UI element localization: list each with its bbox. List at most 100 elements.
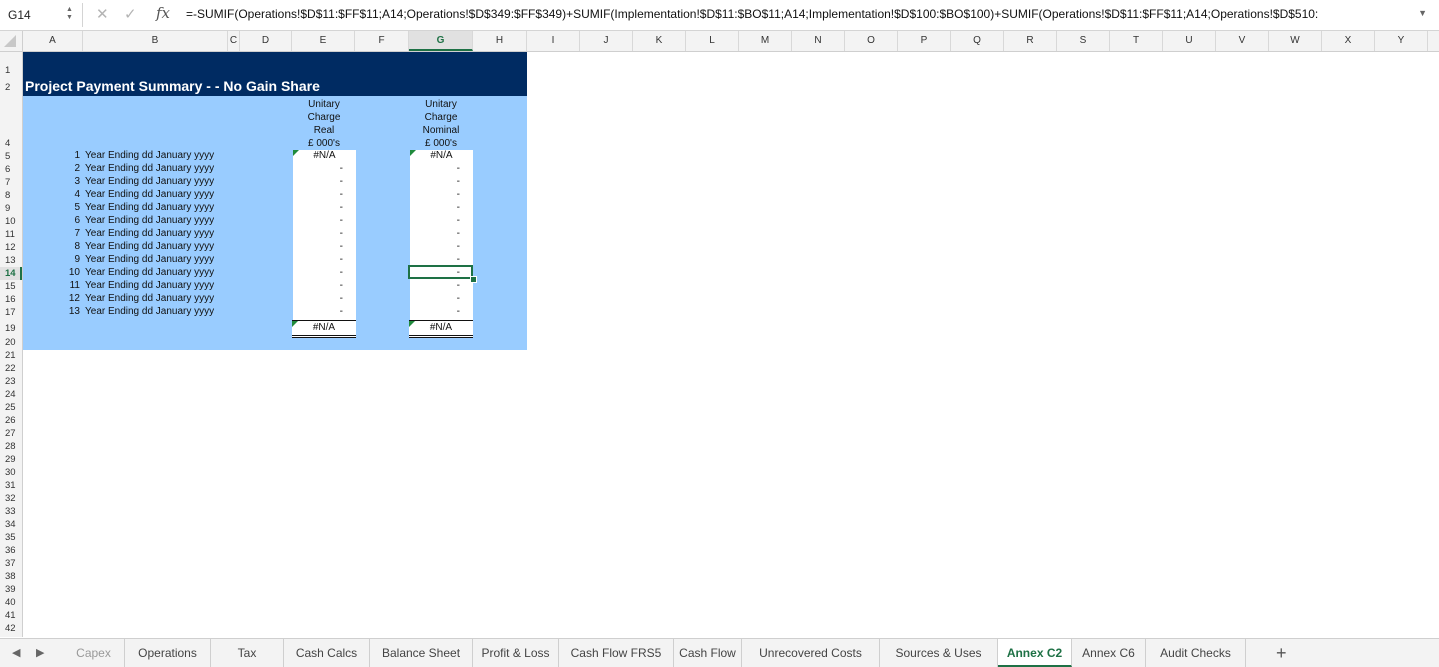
nominal-value-cell[interactable]: - xyxy=(410,254,460,265)
row-header[interactable]: 13 xyxy=(0,254,22,267)
row-header[interactable]: 42 xyxy=(0,622,22,635)
row-header[interactable]: 22 xyxy=(0,362,22,375)
fill-handle[interactable] xyxy=(470,276,477,283)
row-header[interactable]: 10 xyxy=(0,215,22,228)
row-header[interactable]: 11 xyxy=(0,228,22,241)
real-value-cell[interactable]: - xyxy=(293,306,343,317)
cancel-icon[interactable]: ✕ xyxy=(96,5,109,23)
total-real-cell[interactable]: #N/A xyxy=(292,320,356,338)
chevron-down-icon[interactable]: ▼ xyxy=(1418,8,1427,18)
row-header[interactable]: 16 xyxy=(0,293,22,306)
row-header[interactable]: 23 xyxy=(0,375,22,388)
total-nominal-cell[interactable]: #N/A xyxy=(409,320,473,338)
sheet-tab[interactable]: Capex xyxy=(63,639,125,667)
row-header[interactable]: 19 xyxy=(0,322,22,335)
sheet-tab[interactable]: Cash Flow FRS5 xyxy=(559,639,674,667)
row-header[interactable]: 17 xyxy=(0,306,22,319)
nominal-value-cell[interactable]: - xyxy=(410,202,460,213)
row-header[interactable]: 5 xyxy=(0,150,22,163)
row-header[interactable]: 33 xyxy=(0,505,22,518)
real-value-cell[interactable]: - xyxy=(293,267,343,278)
add-sheet-icon[interactable]: + xyxy=(1276,643,1287,664)
row-header[interactable]: 31 xyxy=(0,479,22,492)
column-header[interactable]: X xyxy=(1322,31,1375,51)
row-header[interactable]: 2 xyxy=(0,81,22,94)
function-icon[interactable]: fx xyxy=(156,4,170,22)
sheet-tab[interactable]: Operations xyxy=(125,639,211,667)
column-header[interactable]: L xyxy=(686,31,739,51)
selected-cell[interactable] xyxy=(408,265,473,279)
column-header[interactable]: C xyxy=(228,31,240,51)
real-value-cell[interactable]: - xyxy=(293,176,343,187)
column-header[interactable]: I xyxy=(527,31,580,51)
column-header[interactable]: R xyxy=(1004,31,1057,51)
row-header[interactable]: 15 xyxy=(0,280,22,293)
real-value-cell[interactable]: - xyxy=(293,228,343,239)
column-header[interactable]: T xyxy=(1110,31,1163,51)
nominal-value-cell[interactable]: - xyxy=(410,280,460,291)
row-header[interactable]: 38 xyxy=(0,570,22,583)
sheet-tab[interactable]: Unrecovered Costs xyxy=(742,639,880,667)
real-value-cell[interactable]: - xyxy=(293,254,343,265)
nominal-value-cell[interactable]: - xyxy=(410,228,460,239)
real-value-cell[interactable]: - xyxy=(293,215,343,226)
real-value-cell[interactable]: #N/A xyxy=(293,150,356,161)
sheet-tab[interactable]: Sources & Uses xyxy=(880,639,998,667)
column-header[interactable]: B xyxy=(83,31,228,51)
real-value-cell[interactable]: - xyxy=(293,163,343,174)
row-header[interactable]: 7 xyxy=(0,176,22,189)
previous-sheet-icon[interactable]: ◀ xyxy=(12,646,20,659)
real-value-cell[interactable]: - xyxy=(293,293,343,304)
sheet-tab[interactable]: Annex C2 xyxy=(998,639,1072,667)
real-value-cell[interactable]: - xyxy=(293,241,343,252)
row-header[interactable]: 41 xyxy=(0,609,22,622)
sheet-tab[interactable]: Tax xyxy=(211,639,284,667)
column-header[interactable]: F xyxy=(355,31,409,51)
nominal-value-cell[interactable]: - xyxy=(410,176,460,187)
sheet-tab[interactable]: Cash Calcs xyxy=(284,639,370,667)
row-header[interactable]: 8 xyxy=(0,189,22,202)
column-header[interactable]: Q xyxy=(951,31,1004,51)
nominal-value-cell[interactable]: - xyxy=(410,189,460,200)
column-header[interactable]: P xyxy=(898,31,951,51)
confirm-icon[interactable]: ✓ xyxy=(124,5,137,23)
column-header[interactable]: J xyxy=(580,31,633,51)
real-value-cell[interactable]: - xyxy=(293,189,343,200)
sheet-tab[interactable]: Audit Checks xyxy=(1146,639,1246,667)
row-header[interactable]: 14 xyxy=(0,267,22,280)
select-all-button[interactable] xyxy=(0,31,23,51)
sheet-tab[interactable]: Profit & Loss xyxy=(473,639,559,667)
name-box-stepper-icon[interactable]: ▲ ▼ xyxy=(66,6,73,22)
nominal-value-cell[interactable]: - xyxy=(410,215,460,226)
column-header[interactable]: E xyxy=(292,31,355,51)
nominal-value-cell[interactable]: - xyxy=(410,163,460,174)
next-sheet-icon[interactable]: ▶ xyxy=(36,646,44,659)
formula-input[interactable]: =-SUMIF(Operations!$D$11:$FF$11;A14;Oper… xyxy=(186,7,1416,21)
column-header[interactable]: N xyxy=(792,31,845,51)
row-header[interactable]: 39 xyxy=(0,583,22,596)
column-header[interactable]: S xyxy=(1057,31,1110,51)
row-header[interactable]: 1 xyxy=(0,64,22,77)
row-header[interactable]: 20 xyxy=(0,336,22,349)
row-header[interactable]: 6 xyxy=(0,163,22,176)
row-header[interactable]: 25 xyxy=(0,401,22,414)
row-header[interactable]: 32 xyxy=(0,492,22,505)
column-header[interactable]: O xyxy=(845,31,898,51)
column-header[interactable]: A xyxy=(23,31,83,51)
row-header[interactable]: 24 xyxy=(0,388,22,401)
row-header[interactable]: 34 xyxy=(0,518,22,531)
sheet-tab[interactable]: Balance Sheet xyxy=(370,639,473,667)
column-header[interactable]: K xyxy=(633,31,686,51)
row-header[interactable]: 27 xyxy=(0,427,22,440)
row-header[interactable]: 35 xyxy=(0,531,22,544)
column-header[interactable]: Y xyxy=(1375,31,1428,51)
nominal-value-cell[interactable]: - xyxy=(410,306,460,317)
row-header[interactable]: 26 xyxy=(0,414,22,427)
row-header[interactable]: 21 xyxy=(0,349,22,362)
sheet-tab[interactable]: Cash Flow xyxy=(674,639,742,667)
row-header[interactable]: 12 xyxy=(0,241,22,254)
row-header[interactable]: 30 xyxy=(0,466,22,479)
nominal-value-cell[interactable]: - xyxy=(410,293,460,304)
column-header[interactable]: H xyxy=(473,31,527,51)
row-header[interactable]: 9 xyxy=(0,202,22,215)
